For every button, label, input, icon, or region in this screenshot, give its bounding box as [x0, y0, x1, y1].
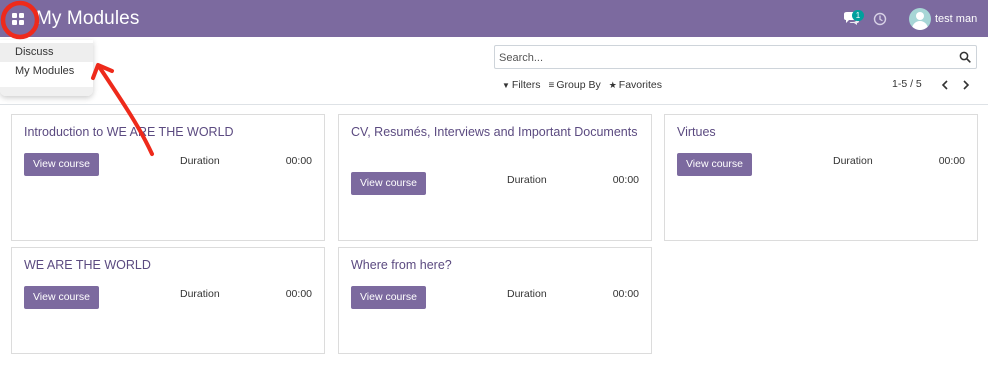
- chat-unread-badge: 1: [852, 10, 864, 21]
- apps-menu-button[interactable]: [5, 6, 31, 32]
- apps-grid-icon: [12, 13, 24, 25]
- view-course-button[interactable]: View course: [351, 172, 426, 195]
- duration-value: 00:00: [285, 288, 312, 300]
- duration-label: Duration: [507, 288, 547, 300]
- duration-value: 00:00: [285, 155, 312, 167]
- apps-menu-item-discuss[interactable]: Discuss: [0, 43, 93, 62]
- favorites-button[interactable]: ★ Favorites: [609, 79, 662, 91]
- course-title[interactable]: Introduction to WE ARE THE WORLD: [24, 123, 314, 142]
- group-by-button[interactable]: ≡ Group By: [549, 79, 601, 91]
- search-box: [494, 45, 977, 69]
- search-options-bar: ▼ Filters ≡ Group By ★ Favorites: [502, 78, 670, 92]
- view-course-button[interactable]: View course: [24, 286, 99, 309]
- course-title[interactable]: Where from here?: [351, 256, 641, 275]
- course-card: Introduction to WE ARE THE WORLD View co…: [11, 114, 325, 241]
- pager-value[interactable]: 1-5 / 5: [892, 78, 922, 92]
- duration-value: 00:00: [612, 174, 639, 186]
- course-card: Where from here? View course Duration 00…: [338, 247, 652, 354]
- duration-label: Duration: [507, 174, 547, 186]
- view-course-button[interactable]: View course: [351, 286, 426, 309]
- apps-dropdown-menu: Discuss My Modules: [0, 40, 93, 96]
- view-course-button[interactable]: View course: [677, 153, 752, 176]
- star-icon: ★: [608, 79, 617, 90]
- filters-label: Filters: [511, 79, 541, 91]
- app-title: My Modules: [36, 8, 140, 29]
- chevron-right-icon[interactable]: [961, 78, 971, 92]
- chevron-left-icon[interactable]: [940, 78, 950, 92]
- course-title[interactable]: Virtues: [677, 123, 967, 142]
- filters-button[interactable]: ▼ Filters: [502, 79, 541, 91]
- user-menu[interactable]: test man: [909, 8, 977, 30]
- course-card: WE ARE THE WORLD View course Duration 00…: [11, 247, 325, 354]
- course-title[interactable]: WE ARE THE WORLD: [24, 256, 314, 275]
- course-title[interactable]: CV, Resumés, Interviews and Important Do…: [351, 123, 641, 142]
- control-panel-divider: [0, 104, 988, 105]
- duration-label: Duration: [180, 288, 220, 300]
- user-name: test man: [935, 13, 978, 25]
- view-course-button[interactable]: View course: [24, 153, 99, 176]
- group-by-icon: ≡: [548, 79, 555, 91]
- duration-label: Duration: [180, 155, 220, 167]
- duration-value: 00:00: [612, 288, 639, 300]
- clock-icon[interactable]: [873, 12, 887, 26]
- annotation-arrow-head: [91, 63, 114, 80]
- duration-label: Duration: [833, 155, 873, 167]
- search-input[interactable]: [499, 49, 949, 66]
- group-by-label: Group By: [556, 79, 601, 91]
- avatar: [909, 8, 931, 30]
- favorites-label: Favorites: [618, 79, 662, 91]
- course-card: CV, Resumés, Interviews and Important Do…: [338, 114, 652, 241]
- course-card: Virtues View course Duration 00:00: [664, 114, 978, 241]
- duration-value: 00:00: [938, 155, 965, 167]
- apps-dropdown-footer: [0, 87, 93, 96]
- apps-menu-item-my-modules[interactable]: My Modules: [0, 62, 93, 81]
- filter-icon: ▼: [502, 80, 510, 90]
- search-icon[interactable]: [959, 51, 971, 63]
- top-navbar: My Modules 1 test man: [0, 0, 988, 37]
